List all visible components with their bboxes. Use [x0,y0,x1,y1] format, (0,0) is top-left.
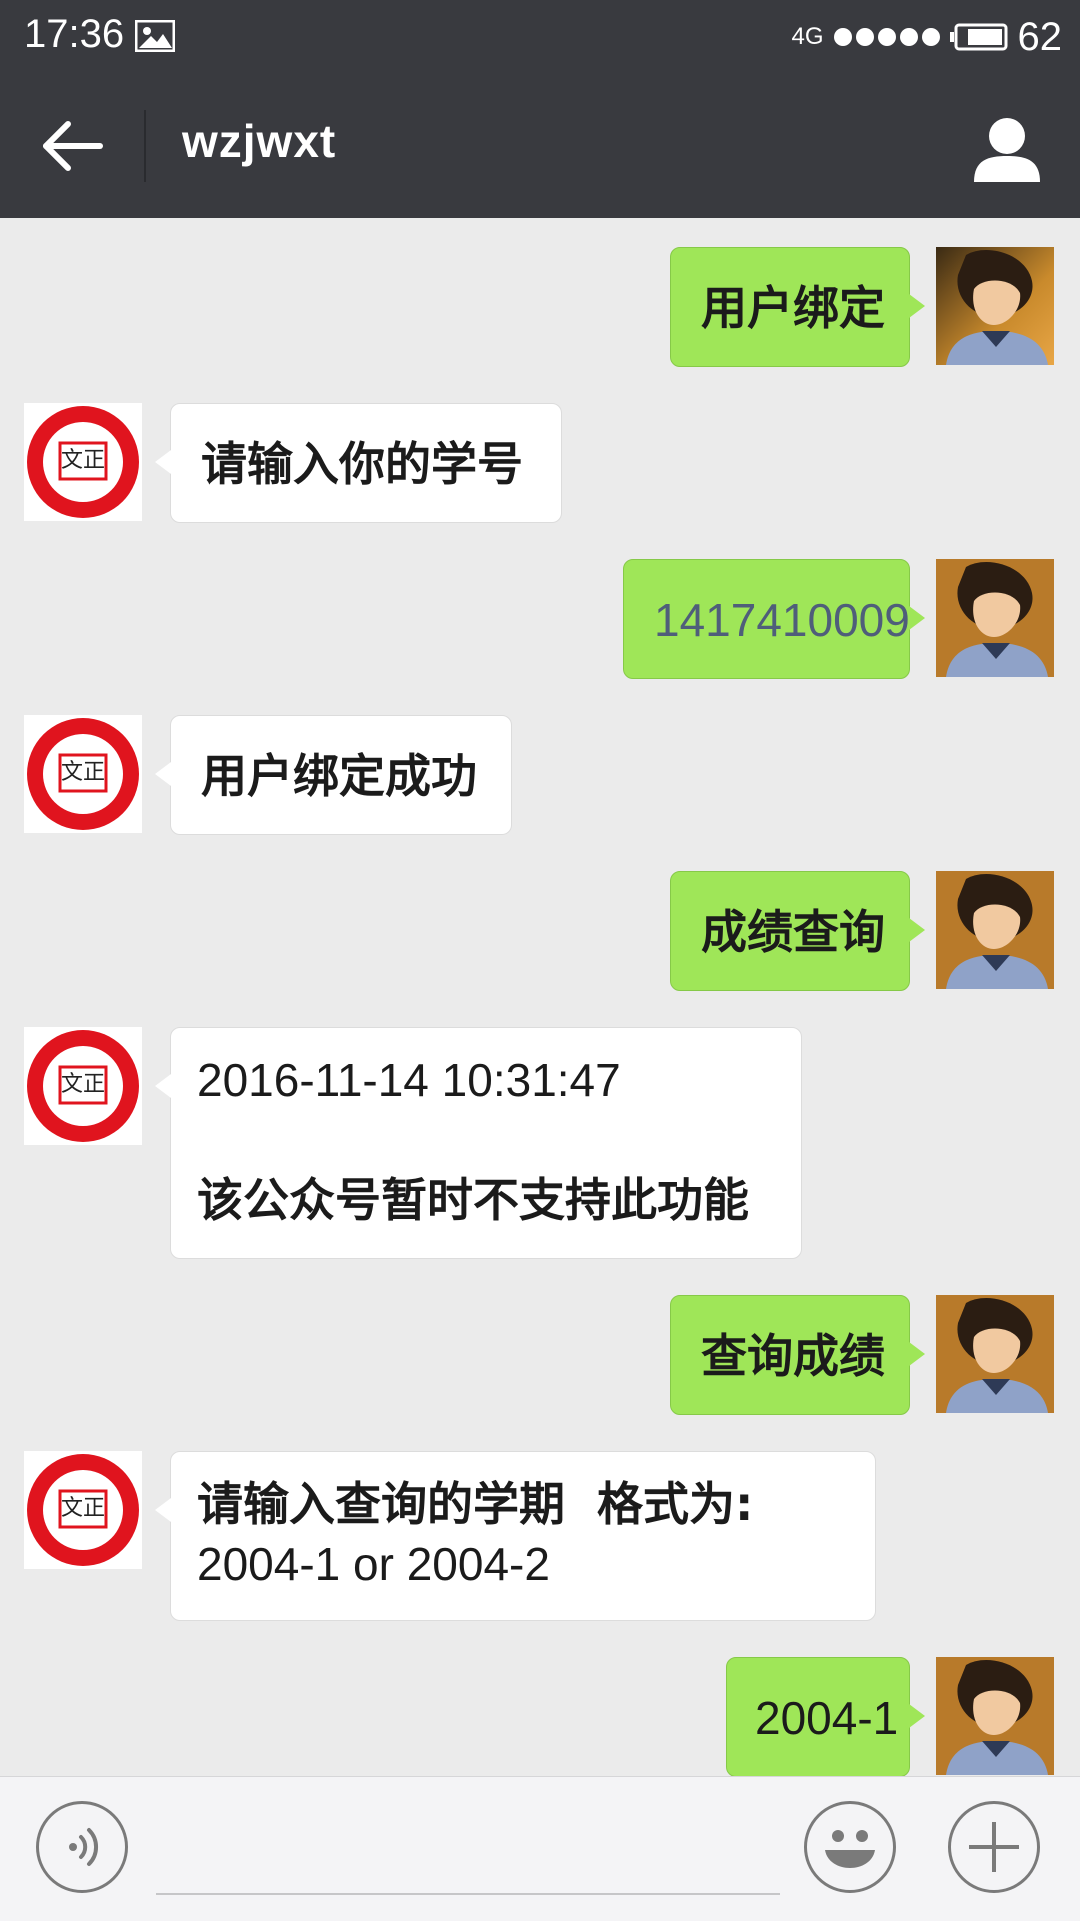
message-text: 请输入查询的学期 格式为: [197,1477,754,1531]
input-bar [0,1776,1080,1921]
user-avatar[interactable] [936,1657,1054,1775]
message-text: 查询成绩 [701,1329,885,1383]
message-text: 用户绑定成功 [201,749,477,803]
message-text: 成绩查询 [701,905,885,959]
status-time: 17:36 [24,12,125,56]
user-avatar[interactable] [936,247,1054,365]
college-logo-icon: 文正 [24,1027,142,1145]
chat-header: wzjwxt [0,74,1080,218]
message-bubble[interactable]: 请输入你的学号 [155,403,562,523]
battery-icon [949,23,1007,51]
college-logo-icon: 文正 [24,715,142,833]
image-icon [135,20,175,52]
college-logo-icon: 文正 [24,1451,142,1569]
user-avatar[interactable] [936,559,1054,677]
emoji-icon[interactable] [804,1801,896,1893]
message-bubble[interactable]: 请输入查询的学期 格式为: 2004-1 or 2004-2 [155,1451,876,1621]
message-text: 该公众号暂时不支持此功能 [197,1173,749,1227]
message-input[interactable] [156,1893,780,1895]
message-text: 2004-1 or 2004-2 [197,1538,550,1590]
voice-icon[interactable] [36,1801,128,1893]
message-bubble[interactable]: 用户绑定成功 [155,715,512,835]
svg-text:文正: 文正 [61,1496,105,1521]
message-bubble[interactable]: 查询成绩 [670,1295,925,1415]
message-text: 请输入你的学号 [201,437,523,491]
official-account-avatar[interactable]: 文正 [24,403,142,521]
svg-text:文正: 文正 [61,448,105,473]
chat-message-list[interactable]: 用户绑定 文正 请输入你的学号 1417410009 文正 用户绑定成功 成绩查… [0,218,1080,1776]
plus-icon[interactable] [948,1801,1040,1893]
college-logo-icon: 文正 [24,403,142,521]
status-bar: 17:36 4G 62 [0,0,1080,74]
message-bubble[interactable]: 2016-11-14 10:31:47 该公众号暂时不支持此功能 [155,1027,802,1259]
message-text: 用户绑定 [701,281,885,335]
profile-icon[interactable] [970,112,1044,186]
svg-text:文正: 文正 [61,1072,105,1097]
message-text: 2004-1 [755,1692,899,1744]
user-avatar[interactable] [936,871,1054,989]
user-avatar[interactable] [936,1295,1054,1413]
message-bubble[interactable]: 1417410009 [623,559,925,679]
battery-level: 62 [1017,14,1063,59]
official-account-avatar[interactable]: 文正 [24,1027,142,1145]
official-account-avatar[interactable]: 文正 [24,1451,142,1569]
chat-title: wzjwxt [182,115,337,167]
svg-text:文正: 文正 [61,760,105,785]
official-account-avatar[interactable]: 文正 [24,715,142,833]
message-bubble[interactable]: 成绩查询 [670,871,925,991]
message-bubble[interactable]: 2004-1 [726,1657,925,1776]
signal-strength-icon [833,28,940,46]
header-divider [144,110,146,182]
message-timestamp: 2016-11-14 10:31:47 [197,1054,621,1106]
back-arrow-icon[interactable] [40,118,106,174]
network-type: 4G [791,23,824,50]
message-text: 1417410009 [654,594,910,646]
message-bubble[interactable]: 用户绑定 [670,247,925,367]
